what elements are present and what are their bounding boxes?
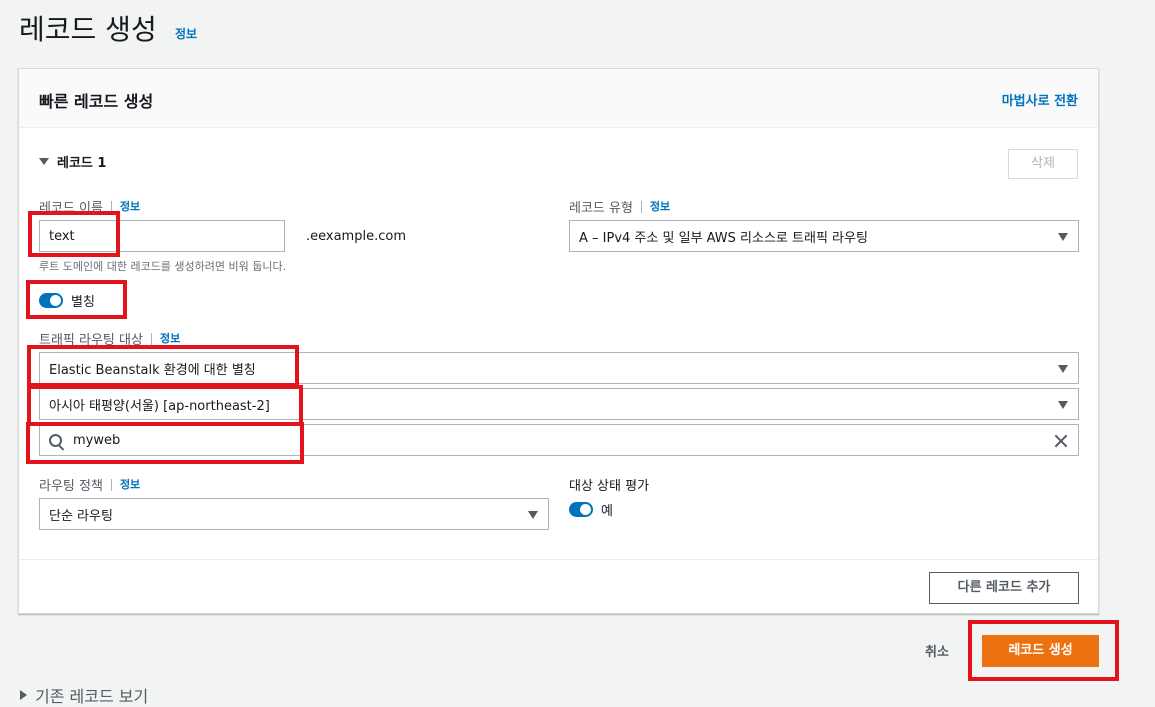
- switch-to-wizard-link[interactable]: 마법사로 전환: [1002, 90, 1078, 109]
- caret-right-icon: [20, 690, 27, 700]
- record-section-label: 레코드 1: [57, 156, 107, 171]
- record-type-label: 레코드 유형 정보: [569, 197, 670, 216]
- panel-title: 빠른 레코드 생성: [39, 92, 154, 111]
- dropdown-arrow-icon: [1058, 233, 1068, 241]
- record-type-value: A – IPv4 주소 및 일부 AWS 리소스로 트래픽 라우팅: [579, 230, 868, 246]
- create-records-button[interactable]: 레코드 생성: [982, 635, 1099, 667]
- panel-footer-divider: [19, 559, 1098, 560]
- cancel-button[interactable]: 취소: [925, 641, 949, 660]
- record-1-expander[interactable]: 레코드 1: [39, 152, 106, 171]
- dropdown-arrow-icon: [528, 511, 538, 519]
- caret-down-icon: [39, 158, 49, 165]
- target-service-value: Elastic Beanstalk 환경에 대한 별칭: [49, 362, 256, 378]
- quick-create-panel: 빠른 레코드 생성 마법사로 전환 레코드 1 삭제 레코드 이름 정보 tex…: [18, 68, 1099, 614]
- record-name-info-link[interactable]: 정보: [110, 200, 140, 213]
- traffic-target-label: 트래픽 라우팅 대상 정보: [39, 329, 180, 348]
- record-name-value: text: [49, 228, 75, 244]
- routing-policy-label-text: 라우팅 정책: [39, 479, 103, 494]
- record-name-label: 레코드 이름 정보: [39, 197, 140, 216]
- alias-toggle[interactable]: 별칭: [39, 291, 95, 310]
- record-type-info-link[interactable]: 정보: [640, 200, 670, 213]
- target-health-label: 대상 상태 평가: [569, 475, 649, 494]
- routing-policy-label: 라우팅 정책 정보: [39, 475, 140, 494]
- title-info-link[interactable]: 정보: [175, 25, 197, 42]
- add-another-record-button[interactable]: 다른 레코드 추가: [929, 572, 1079, 604]
- search-icon: [49, 434, 62, 447]
- dropdown-arrow-icon: [1058, 365, 1068, 373]
- target-service-select[interactable]: Elastic Beanstalk 환경에 대한 별칭: [39, 352, 1079, 384]
- toggle-switch-icon[interactable]: [39, 293, 63, 308]
- view-existing-records-expander[interactable]: 기존 레코드 보기: [20, 683, 148, 707]
- domain-suffix: .eexample.com: [306, 229, 406, 244]
- target-search-value: myweb: [73, 432, 121, 448]
- traffic-target-info-link[interactable]: 정보: [150, 332, 180, 345]
- target-health-value: 예: [601, 504, 613, 519]
- target-health-label-text: 대상 상태 평가: [569, 479, 650, 494]
- existing-records-label: 기존 레코드 보기: [35, 687, 149, 706]
- target-health-toggle[interactable]: 예: [569, 500, 613, 519]
- dropdown-arrow-icon: [1058, 401, 1068, 409]
- target-endpoint-search-input[interactable]: myweb: [39, 424, 1079, 456]
- routing-policy-info-link[interactable]: 정보: [110, 478, 140, 491]
- page-title: 레코드 생성: [19, 13, 157, 46]
- record-name-hint: 루트 도메인에 대한 레코드를 생성하려면 비워 둡니다.: [39, 260, 287, 273]
- alias-label: 별칭: [71, 295, 95, 310]
- target-region-select[interactable]: 아시아 태평양(서울) [ap-northeast-2]: [39, 388, 1079, 420]
- routing-policy-value: 단순 라우팅: [49, 508, 113, 524]
- record-name-input[interactable]: text: [39, 220, 285, 252]
- record-type-label-text: 레코드 유형: [569, 201, 633, 216]
- record-type-select[interactable]: A – IPv4 주소 및 일부 AWS 리소스로 트래픽 라우팅: [569, 220, 1079, 252]
- panel-header: 빠른 레코드 생성 마법사로 전환: [19, 69, 1098, 128]
- toggle-switch-icon[interactable]: [569, 502, 593, 517]
- clear-icon[interactable]: [1054, 434, 1068, 448]
- delete-button[interactable]: 삭제: [1008, 149, 1078, 179]
- traffic-target-label-text: 트래픽 라우팅 대상: [39, 333, 143, 348]
- target-region-value: 아시아 태평양(서울) [ap-northeast-2]: [49, 398, 270, 414]
- record-name-label-text: 레코드 이름: [39, 201, 103, 216]
- routing-policy-select[interactable]: 단순 라우팅: [39, 498, 549, 530]
